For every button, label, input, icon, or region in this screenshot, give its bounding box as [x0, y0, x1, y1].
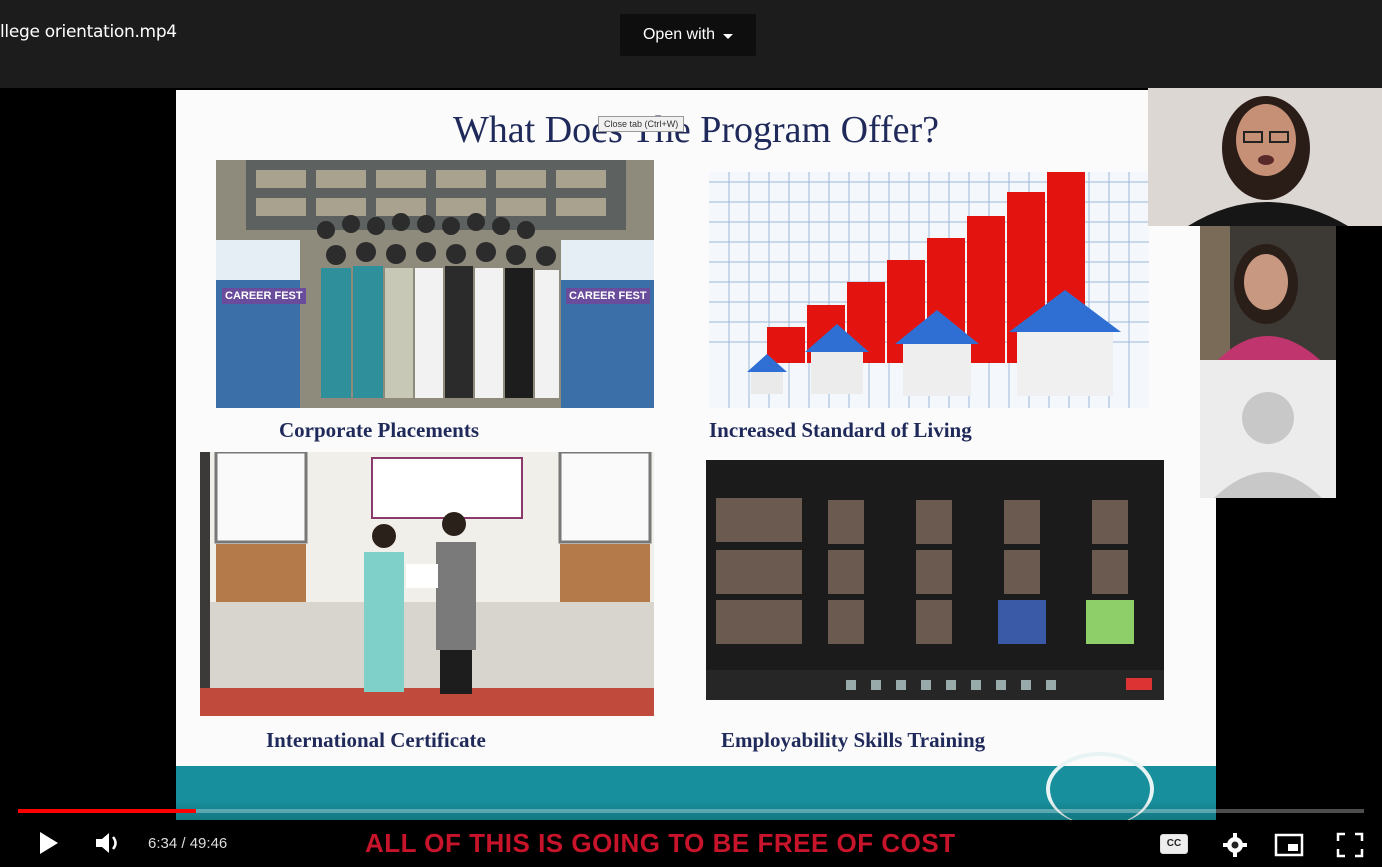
progress-played: [18, 809, 196, 813]
slide-title: What Does The Program Offer?: [452, 109, 940, 151]
captions-button[interactable]: CC: [1160, 834, 1188, 854]
open-with-label: Open with: [642, 26, 716, 43]
fullscreen-button[interactable]: [1336, 832, 1364, 858]
presentation-slide: What Does The Program Offer? Close tab (…: [176, 90, 1216, 820]
miniplayer-icon: [1274, 833, 1304, 857]
fullscreen-icon: [1336, 832, 1364, 858]
corporate-placements-photo: CAREER FEST CAREER FEST: [216, 160, 654, 408]
participant-cameras: [1148, 88, 1382, 498]
miniplayer-button[interactable]: [1274, 832, 1304, 858]
speaker-camera: [1148, 88, 1382, 226]
progress-bar[interactable]: [18, 809, 1364, 813]
standard-of-living-graphic: [709, 172, 1149, 408]
duration: 49:46: [189, 835, 228, 852]
caption-employability-training: Employability Skills Training: [721, 728, 986, 752]
caption-standard-of-living: Increased Standard of Living: [709, 418, 972, 442]
employability-training-screenshot: [706, 460, 1164, 700]
cc-icon: CC: [1160, 834, 1188, 854]
current-time: 6:34: [148, 835, 178, 852]
caption-international-certificate: International Certificate: [266, 728, 486, 752]
file-title: llege orientation.mp4: [0, 22, 177, 42]
career-fest-banner-left: CAREER FEST: [222, 288, 306, 304]
drive-preview-header: llege orientation.mp4 Open with: [0, 0, 1382, 88]
time-display: 6:34 / 49:46: [148, 835, 227, 852]
close-tab-tooltip: Close tab (Ctrl+W): [598, 116, 685, 132]
volume-icon: [96, 833, 117, 853]
participant-camera-2: [1200, 226, 1336, 360]
international-certificate-photo: [200, 452, 654, 716]
gear-icon: [1223, 833, 1247, 857]
play-button[interactable]: [36, 830, 62, 856]
caption-text: ALL OF THIS IS GOING TO BE FREE OF COST: [365, 828, 956, 858]
caption-corporate-placements: Corporate Placements: [279, 418, 480, 442]
volume-button[interactable]: [94, 830, 124, 856]
play-icon: [40, 832, 58, 854]
participant-camera-3: [1200, 360, 1336, 498]
time-separator: /: [177, 835, 190, 852]
open-with-button[interactable]: Open with: [620, 14, 756, 56]
settings-button[interactable]: [1222, 832, 1248, 858]
career-fest-banner-right: CAREER FEST: [566, 288, 650, 304]
caret-down-icon: [723, 33, 734, 39]
